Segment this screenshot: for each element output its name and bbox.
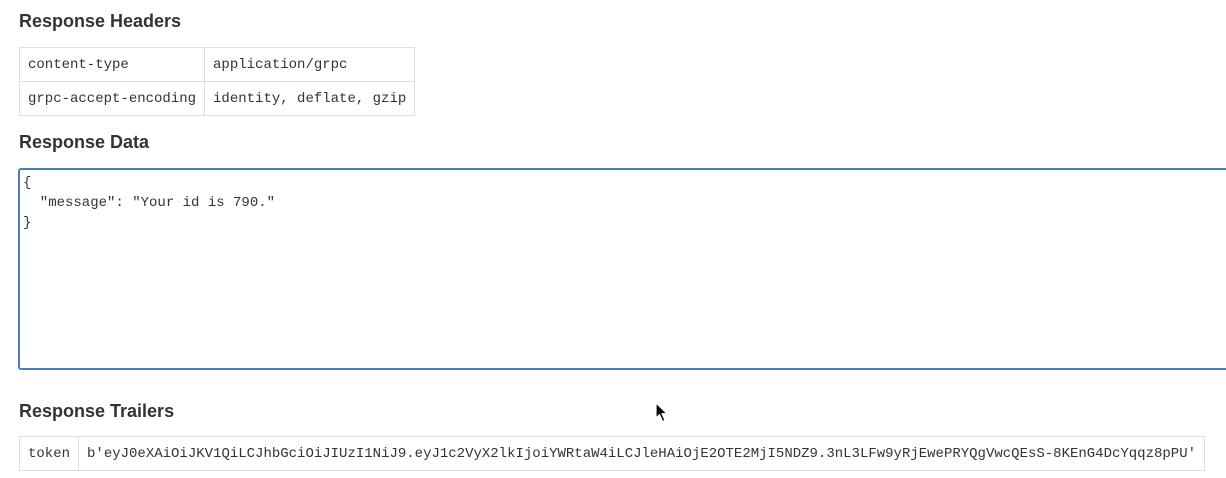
response-data-title: Response Data: [19, 132, 150, 152]
trailer-value: b'eyJ0eXAiOiJKV1QiLCJhbGciOiJIUzI1NiJ9.e…: [78, 436, 1205, 471]
response-trailers-table: token b'eyJ0eXAiOiJKV1QiLCJhbGciOiJIUzI1…: [18, 436, 1205, 471]
header-key: content-type: [18, 47, 206, 82]
mouse-pointer-icon: [655, 402, 668, 423]
table-row: grpc-accept-encoding identity, deflate, …: [18, 81, 416, 116]
header-key: grpc-accept-encoding: [18, 81, 206, 116]
response-headers-table: content-type application/grpc grpc-accep…: [18, 47, 416, 116]
trailer-key: token: [18, 436, 80, 471]
page: Response Headers content-type applicatio…: [0, 0, 1226, 478]
response-trailers-title: Response Trailers: [19, 401, 175, 421]
header-value: application/grpc: [204, 47, 416, 82]
response-data-textarea[interactable]: { "message": "Your id is 790." }: [18, 168, 1226, 370]
header-value: identity, deflate, gzip: [204, 81, 416, 116]
response-headers-title: Response Headers: [19, 11, 182, 31]
table-row: content-type application/grpc: [18, 47, 416, 82]
table-row: token b'eyJ0eXAiOiJKV1QiLCJhbGciOiJIUzI1…: [18, 436, 1205, 471]
